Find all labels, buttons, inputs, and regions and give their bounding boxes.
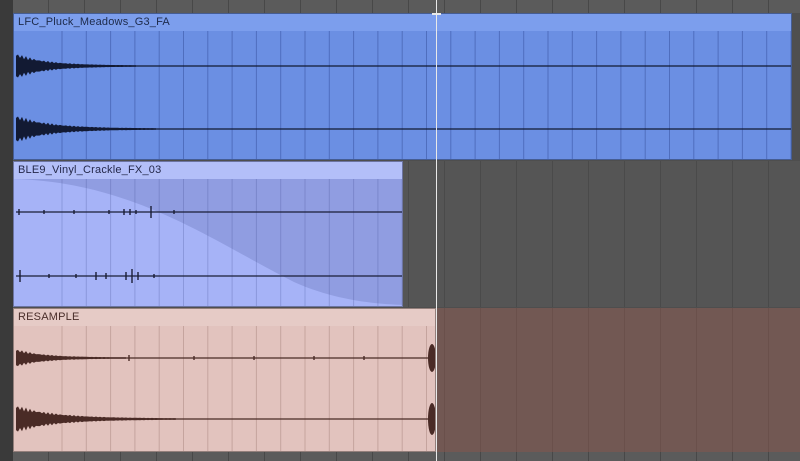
region-grid-waveform: [16, 31, 791, 159]
waveform: [16, 54, 791, 142]
region-grid: [61, 31, 791, 159]
audio-region-lfc-pluck[interactable]: LFC_Pluck_Meadows_G3_FA: [13, 13, 792, 160]
track-lane-2[interactable]: BLE9_Vinyl_Crackle_FX_03: [13, 161, 800, 307]
playhead-cap[interactable]: [432, 13, 441, 15]
timeline-ruler[interactable]: [13, 0, 800, 13]
fade-out-curve[interactable]: [14, 179, 403, 305]
waveform-channel-right: [16, 406, 176, 432]
playhead[interactable]: [436, 0, 437, 461]
audio-region-vinyl-crackle[interactable]: BLE9_Vinyl_Crackle_FX_03: [13, 161, 403, 307]
region-grid-waveform: [16, 326, 435, 451]
region-grid: [61, 326, 427, 451]
track-lane-3[interactable]: RESAMPLE: [13, 308, 800, 452]
arrangement-area[interactable]: LFC_Pluck_Meadows_G3_FA BLE9_Vinyl_Crack…: [0, 0, 800, 461]
track-gutter: [0, 0, 13, 461]
waveform-transient: [428, 403, 435, 435]
waveform: [16, 344, 435, 435]
waveform-channel-left: [16, 54, 136, 78]
waveform-channel-left: [16, 349, 126, 367]
region-grid-waveform: [14, 179, 403, 306]
waveform-transient: [428, 344, 435, 372]
bottom-scroll-strip[interactable]: [13, 452, 800, 461]
audio-region-resample[interactable]: RESAMPLE: [13, 308, 436, 452]
track-lane-1[interactable]: LFC_Pluck_Meadows_G3_FA: [13, 13, 800, 160]
